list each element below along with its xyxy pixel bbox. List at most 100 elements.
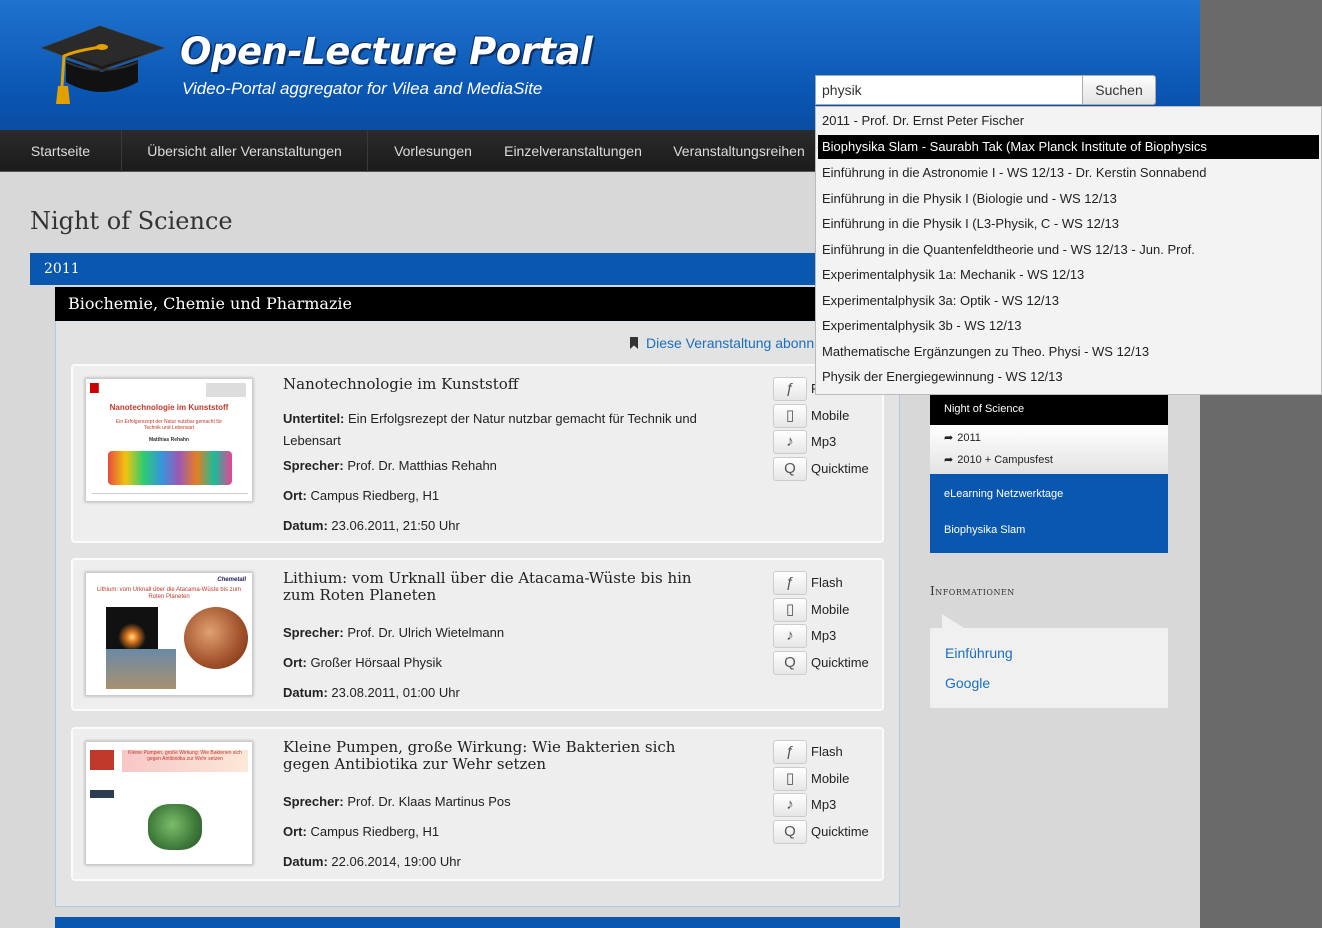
autocomplete-item[interactable]: Einführung in die Astronomie I - WS 12/1…: [818, 161, 1319, 185]
autocomplete-item[interactable]: Einführung in die Physik I (L3-Physik, C…: [818, 212, 1319, 236]
thumbnail-image-protein: [148, 804, 202, 850]
media-label: Mp3: [811, 628, 837, 643]
media-flash-link[interactable]: ƒ Flash: [773, 571, 883, 595]
nav-item-startseite[interactable]: Startseite: [0, 130, 122, 172]
search-input[interactable]: [815, 75, 1083, 105]
autocomplete-item[interactable]: Einführung in die Physik I (Biologie und…: [818, 187, 1319, 211]
sidebar-item-biophysika[interactable]: Biophysika Slam: [944, 524, 1025, 536]
lecture-title[interactable]: Nanotechnologie im Kunststoff: [283, 376, 723, 393]
university-logo-icon: [206, 383, 246, 397]
flash-icon: ƒ: [773, 571, 807, 595]
quicktime-icon: Q: [773, 820, 807, 844]
autocomplete-item[interactable]: 2011 - Prof. Dr. Ernst Peter Fischer: [818, 109, 1319, 133]
subscribe-label: Diese Veranstaltung abonn: [646, 335, 815, 351]
quicktime-icon: Q: [773, 457, 807, 481]
media-mobile-link[interactable]: ▯ Mobile: [773, 598, 883, 622]
subscribe-link[interactable]: Diese Veranstaltung abonn: [630, 335, 814, 351]
arrow-icon: ➦: [944, 432, 954, 444]
lecture-title[interactable]: Lithium: vom Urknall über die Atacama-Wü…: [283, 570, 723, 604]
search-button[interactable]: Suchen: [1082, 75, 1156, 105]
media-label: Quicktime: [811, 461, 869, 476]
info-heading: Informationen: [930, 584, 1015, 598]
media-label: Flash: [811, 744, 843, 759]
sidebar-subitem-2010[interactable]: ➦ 2010 + Campusfest: [944, 453, 1053, 466]
info-link-einfuehrung[interactable]: Einführung: [945, 645, 1013, 661]
next-section-header[interactable]: [55, 917, 900, 928]
media-label: Mobile: [811, 408, 850, 423]
sidebar-subitem-2011[interactable]: ➦ 2011: [944, 431, 981, 444]
thumbnail-image-desert: [106, 649, 176, 689]
lecture-thumbnail[interactable]: Nanotechnologie im Kunststoff Ein Erfolg…: [85, 378, 253, 502]
media-label: Mobile: [811, 602, 850, 617]
media-mobile-link[interactable]: ▯ Mobile: [773, 404, 883, 428]
thumbnail-author: Matthias Rehahn: [148, 437, 189, 443]
autocomplete-item[interactable]: Biophysika Slam - Saurabh Tak (Max Planc…: [818, 135, 1319, 159]
sidebar-item-night-of-science[interactable]: Night of Science: [930, 393, 1168, 425]
sidebar-subnav: ➦ 2011 ➦ 2010 + Campusfest: [930, 425, 1168, 474]
music-note-icon: ♪: [773, 793, 807, 817]
sidebar-item-label: Night of Science: [944, 403, 1025, 415]
lecture-thumbnail[interactable]: Kleine Pumpen, große Wirkung: Wie Bakter…: [85, 741, 253, 865]
autocomplete-item[interactable]: Physik der Energiegewinnung - WS 12/13: [818, 365, 1319, 389]
autocomplete-item[interactable]: Mathematische Ergänzungen zu Theo. Physi…: [818, 340, 1319, 364]
music-note-icon: ♪: [773, 624, 807, 648]
media-label: Mobile: [811, 771, 850, 786]
thumbnail-brand: Chemetall: [217, 577, 246, 583]
media-quicktime-link[interactable]: Q Quicktime: [773, 651, 883, 675]
thumbnail-heading: Kleine Pumpen, große Wirkung: Wie Bakter…: [122, 750, 248, 772]
thumbnail-image-mars: [184, 607, 248, 669]
site-title[interactable]: Open-Lecture Portal: [180, 30, 593, 73]
lecture-item: Kleine Pumpen, große Wirkung: Wie Bakter…: [71, 727, 884, 881]
autocomplete-dropdown: 2011 - Prof. Dr. Ernst Peter Fischer Biop…: [815, 106, 1322, 395]
thumbnail-subheading: Ein Erfolgsrezept der Natur nutzbar gema…: [115, 419, 223, 431]
media-flash-link[interactable]: ƒ Flash: [773, 740, 883, 764]
lecture-location: Ort: Campus Riedberg, H1: [283, 488, 440, 503]
info-link-google[interactable]: Google: [945, 675, 990, 691]
thumbnail-heading: Lithium: vom Urknall über die Atacama-Wü…: [96, 587, 242, 600]
thumbnail-heading: Nanotechnologie im Kunststoff: [109, 403, 229, 412]
bookmark-icon: [630, 337, 638, 349]
thumbnail-logo-column: [90, 750, 114, 850]
music-note-icon: ♪: [773, 430, 807, 454]
autocomplete-item[interactable]: Experimentalphysik 1a: Mechanik - WS 12/…: [818, 263, 1319, 287]
lecture-location: Ort: Großer Hörsaal Physik: [283, 655, 442, 670]
lecture-date: Datum: 23.06.2011, 21:50 Uhr: [283, 518, 460, 533]
lecture-thumbnail[interactable]: Chemetall Lithium: vom Urknall über die …: [85, 572, 253, 696]
autocomplete-item[interactable]: Einführung in die Quantenfeldtheorie und…: [818, 238, 1319, 262]
lecture-date: Datum: 22.06.2014, 19:00 Uhr: [283, 854, 461, 869]
media-mp3-link[interactable]: ♪ Mp3: [773, 624, 883, 648]
lecture-item: Nanotechnologie im Kunststoff Ein Erfolg…: [71, 364, 884, 543]
nav-item-einzelveranstaltungen[interactable]: Einzelveranstaltungen: [498, 130, 648, 172]
page-title: Night of Science: [30, 207, 233, 235]
media-quicktime-link[interactable]: Q Quicktime: [773, 820, 883, 844]
lecture-subtitle: Untertitel: Ein Erfolgsrezept der Natur …: [283, 411, 697, 448]
media-quicktime-link[interactable]: Q Quicktime: [773, 457, 883, 481]
media-mp3-link[interactable]: ♪ Mp3: [773, 793, 883, 817]
media-label: Flash: [811, 575, 843, 590]
site-subtitle: Video-Portal aggregator for Vilea and Me…: [182, 79, 543, 98]
lecture-item: Chemetall Lithium: vom Urknall über die …: [71, 558, 884, 711]
lecture-title[interactable]: Kleine Pumpen, große Wirkung: Wie Bakter…: [283, 739, 723, 773]
sidebar-subitem-label: 2010 + Campusfest: [957, 454, 1053, 466]
nav-item-uebersicht[interactable]: Übersicht aller Veranstaltungen: [122, 130, 368, 172]
section-header[interactable]: Biochemie, Chemie und Pharmazie: [55, 287, 900, 321]
lecture-speaker: Sprecher: Prof. Dr. Ulrich Wietelmann: [283, 625, 505, 640]
lecture-speaker: Sprecher: Prof. Dr. Matthias Rehahn: [283, 458, 497, 473]
autocomplete-item[interactable]: Experimentalphysik 3b - WS 12/13: [818, 314, 1319, 338]
autocomplete-item[interactable]: Experimentalphysik 3a: Optik - WS 12/13: [818, 289, 1319, 313]
graduation-cap-icon[interactable]: [38, 22, 168, 110]
media-mobile-link[interactable]: ▯ Mobile: [773, 767, 883, 791]
mobile-icon: ▯: [773, 404, 807, 428]
lecture-location: Ort: Campus Riedberg, H1: [283, 824, 440, 839]
tu-logo-icon: [90, 383, 99, 393]
media-label: Quicktime: [811, 824, 869, 839]
flash-icon: ƒ: [773, 740, 807, 764]
media-label: Mp3: [811, 434, 837, 449]
nav-item-veranstaltungsreihen[interactable]: Veranstaltungsreihen: [662, 130, 816, 172]
year-header[interactable]: 2011: [30, 253, 900, 285]
flash-icon: ƒ: [773, 377, 807, 401]
media-mp3-link[interactable]: ♪ Mp3: [773, 430, 883, 454]
media-label: Quicktime: [811, 655, 869, 670]
sidebar-item-elearning[interactable]: eLearning Netzwerktage: [944, 488, 1063, 500]
nav-item-vorlesungen[interactable]: Vorlesungen: [368, 130, 498, 172]
